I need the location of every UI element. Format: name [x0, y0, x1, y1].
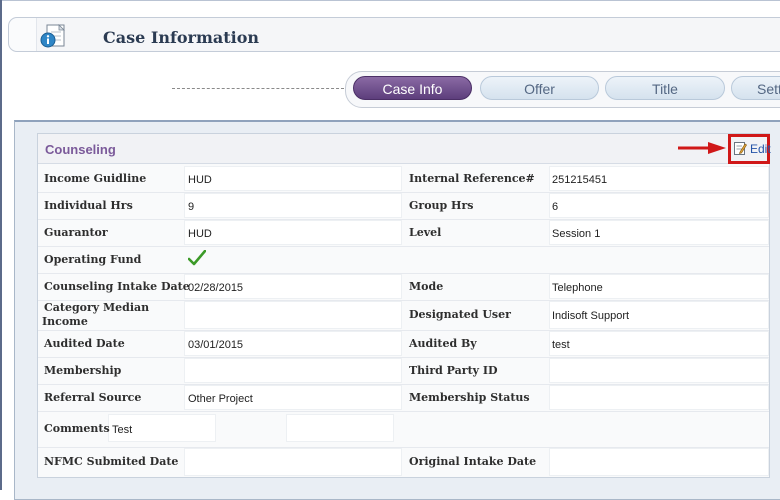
checkmark-icon	[188, 250, 206, 266]
row-divider	[38, 246, 769, 247]
case-info-icon	[40, 24, 65, 48]
value-cell	[184, 358, 402, 383]
group-hrs-label: Group Hrs	[409, 199, 474, 212]
level-value: Session 1	[552, 228, 601, 240]
audited-date-value: 03/01/2015	[188, 339, 244, 351]
section-title: Counseling	[45, 142, 116, 157]
category-median-income-label-line1: Category Median	[44, 301, 150, 314]
value-cell	[184, 448, 402, 476]
value-cell	[184, 166, 402, 191]
guarantor-value: HUD	[188, 228, 212, 240]
internal-reference-label: Internal Reference#	[409, 172, 535, 185]
edit-icon[interactable]	[734, 141, 747, 155]
tab-sett[interactable]: Sett	[731, 76, 780, 100]
top-border	[0, 0, 780, 1]
third-party-id-label: Third Party ID	[409, 364, 498, 377]
value-cell	[286, 414, 394, 442]
category-median-income-label-line2: Income	[42, 315, 88, 328]
original-intake-date-label: Original Intake Date	[409, 455, 537, 468]
nfmc-submited-date-label: NFMC Submited Date	[44, 455, 179, 468]
value-cell	[549, 358, 769, 383]
tab-title[interactable]: Title	[605, 76, 725, 100]
edit-link[interactable]: Edit	[750, 142, 771, 156]
value-cell	[549, 385, 769, 410]
tab-connector-line	[172, 88, 344, 89]
audited-by-label: Audited By	[409, 337, 477, 350]
referral-source-value: Other Project	[188, 393, 253, 405]
comments-label: Comments	[44, 422, 110, 435]
value-cell	[549, 448, 769, 476]
page-title: Case Information	[103, 28, 260, 47]
row-divider	[38, 411, 769, 412]
audited-date-label: Audited Date	[44, 337, 125, 350]
designated-user-value: Indisoft Support	[552, 310, 630, 322]
internal-reference-value: 251215451	[552, 174, 608, 186]
mode-value: Telephone	[552, 282, 603, 294]
audited-by-value: test	[552, 339, 570, 351]
membership-status-label: Membership Status	[409, 391, 530, 404]
value-cell	[549, 331, 769, 356]
designated-user-label: Designated User	[409, 308, 511, 321]
income-guidline-value: HUD	[188, 174, 212, 186]
individual-hrs-label: Individual Hrs	[44, 199, 133, 212]
value-cell	[549, 193, 769, 218]
income-guidline-label: Income Guidline	[44, 172, 147, 185]
membership-label: Membership	[44, 364, 122, 377]
operating-fund-label: Operating Fund	[44, 253, 142, 266]
group-hrs-value: 6	[552, 201, 559, 213]
left-frame-edge	[0, 0, 2, 490]
section-header	[38, 134, 769, 164]
tab-offer[interactable]: Offer	[480, 76, 599, 100]
value-cell	[184, 301, 402, 329]
value-cell	[184, 220, 402, 245]
counseling-intake-date-label: Counseling Intake Date	[44, 280, 190, 293]
guarantor-label: Guarantor	[44, 226, 108, 239]
tab-case-info[interactable]: Case Info	[353, 76, 472, 100]
level-label: Level	[409, 226, 442, 239]
mode-label: Mode	[409, 280, 444, 293]
red-arrow-annotation	[678, 142, 726, 154]
referral-source-label: Referral Source	[44, 391, 142, 404]
counseling-intake-date-value: 02/28/2015	[188, 282, 244, 294]
comments-value: Test	[112, 424, 133, 436]
value-cell	[184, 193, 402, 218]
individual-hrs-value: 9	[188, 201, 195, 213]
